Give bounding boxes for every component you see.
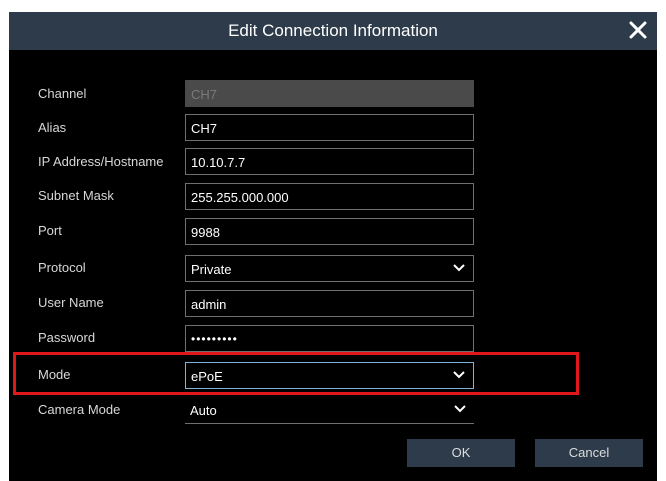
camera-mode-label: Camera Mode [38,402,121,417]
ip-address-input[interactable]: 10.10.7.7 [185,148,474,175]
protocol-select[interactable]: Private [185,255,474,282]
channel-value: CH7 [191,87,218,102]
mode-label: Mode [38,367,71,382]
alias-input[interactable]: CH7 [185,114,474,141]
channel-field: CH7 [185,80,474,107]
camera-mode-select[interactable]: Auto [185,397,474,424]
protocol-label: Protocol [38,260,86,275]
subnet-mask-value: 255.255.000.000 [191,190,289,205]
close-icon[interactable] [625,17,651,43]
chevron-down-icon [453,371,465,379]
channel-label: Channel [38,86,87,101]
edit-connection-dialog: Edit Connection Information Channel CH7 … [9,12,657,481]
chevron-down-icon [454,405,466,413]
port-input[interactable]: 9988 [185,218,474,245]
alias-value: CH7 [191,121,218,136]
password-value: ••••••••• [191,332,238,346]
user-name-label: User Name [38,295,104,310]
password-input[interactable]: ••••••••• [185,325,474,352]
dialog-title: Edit Connection Information [228,21,438,40]
camera-mode-value: Auto [190,403,217,418]
password-label: Password [38,330,96,345]
user-name-value: admin [191,297,227,312]
cancel-button[interactable]: Cancel [535,439,643,467]
user-name-input[interactable]: admin [185,290,474,317]
ip-address-value: 10.10.7.7 [191,155,246,170]
port-value: 9988 [191,225,220,240]
ip-address-label: IP Address/Hostname [38,154,164,169]
dialog-title-bar: Edit Connection Information [9,12,657,50]
subnet-mask-input[interactable]: 255.255.000.000 [185,183,474,210]
alias-label: Alias [38,120,67,135]
ok-button[interactable]: OK [407,439,515,467]
mode-value: ePoE [191,369,223,384]
subnet-mask-label: Subnet Mask [38,188,114,203]
mode-select[interactable]: ePoE [185,362,474,389]
chevron-down-icon [453,264,465,272]
port-label: Port [38,223,62,238]
protocol-value: Private [191,262,232,277]
